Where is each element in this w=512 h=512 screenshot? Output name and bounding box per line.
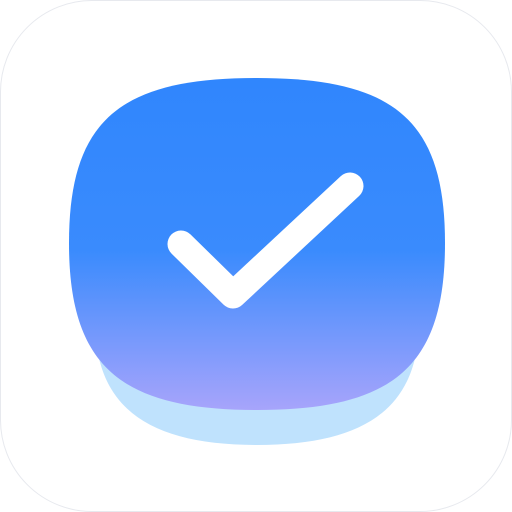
check-circle-icon bbox=[69, 78, 445, 445]
icon-blob bbox=[69, 78, 445, 410]
app-icon-tile[interactable] bbox=[0, 0, 512, 512]
